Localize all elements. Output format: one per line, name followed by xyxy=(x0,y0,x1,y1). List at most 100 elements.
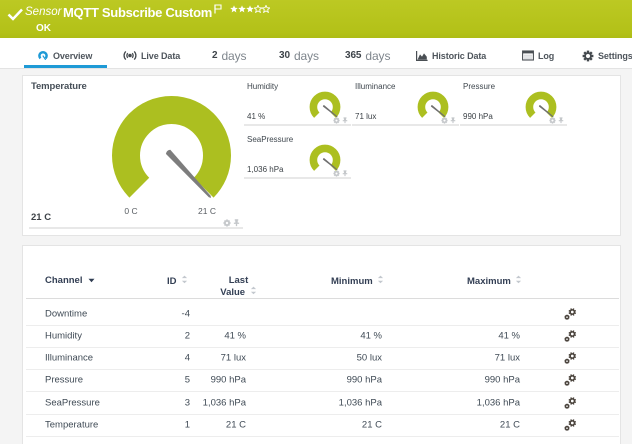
row-separator xyxy=(26,436,619,437)
star-rating[interactable] xyxy=(230,5,270,13)
cell-maximum: 41 % xyxy=(400,330,520,341)
sort-icon xyxy=(181,275,188,284)
gauges-panel: Temperature 0 C 21 C 21 C Humidity 41 % xyxy=(22,75,621,236)
table-row-pressure[interactable]: Pressure 5 990 hPa 990 hPa 990 hPa xyxy=(23,369,622,391)
primary-gauge-label: Temperature xyxy=(31,81,87,92)
col-header-id[interactable]: ID xyxy=(167,275,188,287)
gear-icon xyxy=(582,50,594,62)
gear-icon[interactable] xyxy=(333,170,340,177)
cell-last-value: 71 lux xyxy=(156,353,246,364)
gauge-value: 71 lux xyxy=(355,112,376,121)
flag-icon[interactable] xyxy=(214,4,222,14)
column-label-maximum: Maximum xyxy=(467,276,511,287)
caret-down-icon xyxy=(88,278,95,283)
cell-minimum: 41 % xyxy=(262,330,382,341)
table-row-illuminance[interactable]: Illuminance 4 71 lux 50 lux 71 lux xyxy=(23,347,622,369)
cell-last-value: 1,036 hPa xyxy=(156,397,246,408)
check-icon xyxy=(7,8,24,22)
cell-minimum: 990 hPa xyxy=(262,375,382,386)
pin-icon[interactable] xyxy=(558,117,564,124)
cell-minimum: 50 lux xyxy=(262,353,382,364)
cell-last-value: 21 C xyxy=(156,419,246,430)
pin-icon[interactable] xyxy=(450,117,456,124)
table-row-temperature[interactable]: Temperature 1 21 C 21 C 21 C xyxy=(23,414,622,436)
col-header-maximum[interactable]: Maximum xyxy=(467,275,522,287)
sensor-status: OK xyxy=(36,23,51,34)
gauge-cell-illuminance[interactable]: Illuminance 71 lux xyxy=(352,79,459,129)
log-icon xyxy=(522,50,534,61)
pin-icon[interactable] xyxy=(342,170,348,177)
primary-cell-icons xyxy=(223,219,240,227)
tab-log[interactable]: Log xyxy=(522,40,554,71)
table-row-humidity[interactable]: Humidity 2 41 % 41 % 41 % xyxy=(23,325,622,347)
cell-channel: Humidity xyxy=(45,330,82,341)
gauge-icon xyxy=(37,50,49,62)
gauge-cell-humidity[interactable]: Humidity 41 % xyxy=(244,79,351,129)
column-label-value: Value xyxy=(220,287,245,298)
gear-icon[interactable] xyxy=(223,219,231,227)
cell-icons xyxy=(549,117,564,124)
col-header-channel[interactable]: Channel xyxy=(45,275,95,286)
channel-settings-gears-icon[interactable] xyxy=(564,418,577,431)
pin-icon[interactable] xyxy=(233,219,240,227)
cell-channel: SeaPressure xyxy=(45,397,100,408)
primary-gauge xyxy=(101,85,242,226)
gear-icon[interactable] xyxy=(333,117,340,124)
tab-bar: Overview Live Data 2 days 30 days 365 da… xyxy=(0,38,632,69)
area-chart-icon xyxy=(415,50,428,62)
star-outline-icon[interactable] xyxy=(262,5,270,13)
col-header-last-value[interactable]: Last Value xyxy=(196,275,281,298)
cell-id: -4 xyxy=(130,308,190,319)
cell-last-value: 990 hPa xyxy=(156,375,246,386)
cell-underline xyxy=(29,227,243,229)
cell-underline xyxy=(244,124,351,126)
gear-icon[interactable] xyxy=(441,117,448,124)
star-filled-icon[interactable] xyxy=(238,5,246,13)
sort-icon xyxy=(250,286,257,295)
primary-gauge-value: 21 C xyxy=(31,212,51,223)
table-row-seapressure[interactable]: SeaPressure 3 1,036 hPa 1,036 hPa 1,036 … xyxy=(23,391,622,413)
broadcast-icon xyxy=(123,50,137,61)
tab-settings[interactable]: Settings xyxy=(582,40,632,71)
cell-underline xyxy=(352,124,459,126)
star-filled-icon[interactable] xyxy=(246,5,254,13)
sort-icon xyxy=(377,275,384,284)
channel-settings-gears-icon[interactable] xyxy=(564,307,577,320)
cell-maximum: 1,036 hPa xyxy=(400,397,520,408)
cell-channel: Pressure xyxy=(45,375,83,386)
gauge-label: Humidity xyxy=(247,82,278,91)
sort-icon xyxy=(515,275,522,284)
gauge-label: Illuminance xyxy=(355,82,395,91)
channel-settings-gears-icon[interactable] xyxy=(564,396,577,409)
cell-icons xyxy=(333,170,348,177)
sensor-kind-label: Sensor xyxy=(25,6,61,18)
col-header-minimum[interactable]: Minimum xyxy=(331,275,384,287)
channel-settings-gears-icon[interactable] xyxy=(564,374,577,387)
tab-365-days[interactable]: 365 days xyxy=(345,40,390,71)
cell-maximum: 21 C xyxy=(400,419,520,430)
tab-2-days[interactable]: 2 days xyxy=(212,40,246,71)
gauge-scale-max: 21 C xyxy=(187,206,227,216)
star-outline-icon[interactable] xyxy=(254,5,262,13)
tab-historic-data[interactable]: Historic Data xyxy=(415,40,486,71)
column-label-value-row: Value xyxy=(196,286,281,298)
active-tab-underline xyxy=(24,65,107,68)
table-row-downtime[interactable]: Downtime -4 xyxy=(23,302,622,324)
pin-icon[interactable] xyxy=(342,117,348,124)
gauge-label: SeaPressure xyxy=(247,135,293,144)
tab-live-data[interactable]: Live Data xyxy=(123,40,180,71)
cell-channel: Illuminance xyxy=(45,353,93,364)
gauge-value: 1,036 hPa xyxy=(247,165,283,174)
cell-icons xyxy=(333,117,348,124)
column-label-channel: Channel xyxy=(45,275,82,286)
page-title: MQTT Subscribe Custom xyxy=(63,5,212,20)
channel-settings-gears-icon[interactable] xyxy=(564,352,577,365)
star-filled-icon[interactable] xyxy=(230,5,238,13)
gear-icon[interactable] xyxy=(549,117,556,124)
cell-channel: Downtime xyxy=(45,308,87,319)
gauge-cell-seapressure[interactable]: SeaPressure 1,036 hPa xyxy=(244,132,351,182)
gauge-cell-pressure[interactable]: Pressure 990 hPa xyxy=(460,79,567,129)
channel-settings-gears-icon[interactable] xyxy=(564,329,577,342)
gauge-label: Pressure xyxy=(463,82,495,91)
tab-30-days[interactable]: 30 days xyxy=(279,40,319,71)
